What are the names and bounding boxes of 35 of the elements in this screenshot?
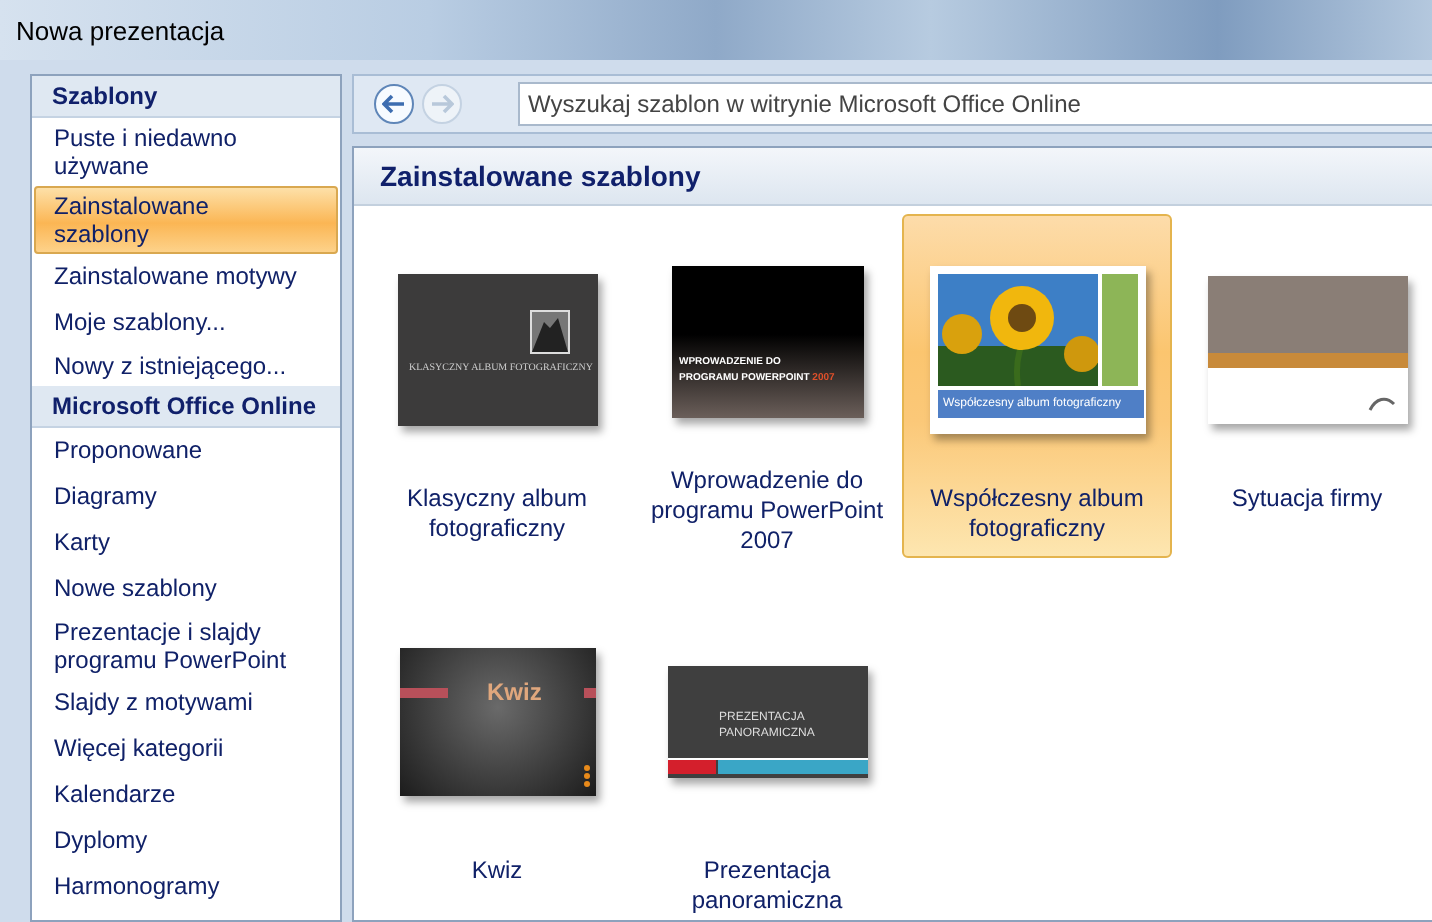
sidebar-item[interactable]: Dyplomy xyxy=(34,818,338,864)
template-name: Klasyczny album fotograficzny xyxy=(404,484,590,544)
sidebar-item[interactable]: Kalendarze xyxy=(34,772,338,818)
template-name: Współczesny album fotograficzny xyxy=(928,484,1146,544)
dots-drawing xyxy=(583,764,589,788)
section-header: Microsoft Office Online xyxy=(32,386,340,428)
sidebar-item[interactable]: Moje szablony... xyxy=(34,300,338,346)
sidebar-item[interactable]: Zainstalowane motywy xyxy=(34,254,338,300)
template-tile[interactable]: Kwiz Kwiz xyxy=(362,586,632,922)
template-name: Prezentacja panoramiczna xyxy=(689,856,845,916)
gallery-title: Zainstalowane szablony xyxy=(354,148,1432,206)
sidebar-item[interactable]: Nowe szablony xyxy=(34,566,338,612)
sidebar-item[interactable]: Prezentacje i slajdy programu PowerPoint xyxy=(34,612,338,680)
window-title: Nowa prezentacja xyxy=(16,15,225,45)
forward-arrow-icon xyxy=(430,94,454,114)
sidebar-item[interactable]: Proponowane xyxy=(34,428,338,474)
slide-title: Kwiz xyxy=(487,678,542,706)
sidebar-item[interactable]: Karty xyxy=(34,520,338,566)
sidebar-item[interactable]: Puste i niedawno używane xyxy=(34,118,338,186)
sidebar-item[interactable]: Slajdy z motywami xyxy=(34,680,338,726)
template-name: Wprowadzenie do programu PowerPoint 2007 xyxy=(648,466,886,556)
back-arrow-icon xyxy=(382,94,406,114)
template-name: Sytuacja firmy xyxy=(1229,484,1385,514)
sidebar-item[interactable]: Więcej kategorii xyxy=(34,726,338,772)
sidebar-item[interactable]: Diagramy xyxy=(34,474,338,520)
sidebar-item[interactable]: Zainstalowane szablony xyxy=(34,186,338,254)
template-tile[interactable]: Sytuacja firmy xyxy=(1172,214,1432,558)
search-field[interactable]: Wyszukaj szablon w witrynie Microsoft Office Online xyxy=(518,82,1432,126)
side-panel-drawing xyxy=(1101,274,1137,386)
swoosh-icon xyxy=(1367,396,1395,412)
template-name: Kwiz xyxy=(469,856,525,886)
sidebar-item[interactable]: Nowy z istniejącego... xyxy=(34,346,338,386)
sidebar-item[interactable]: Harmonogramy xyxy=(34,864,338,910)
back-button[interactable] xyxy=(374,84,414,124)
section-header: Szablony xyxy=(32,76,340,118)
